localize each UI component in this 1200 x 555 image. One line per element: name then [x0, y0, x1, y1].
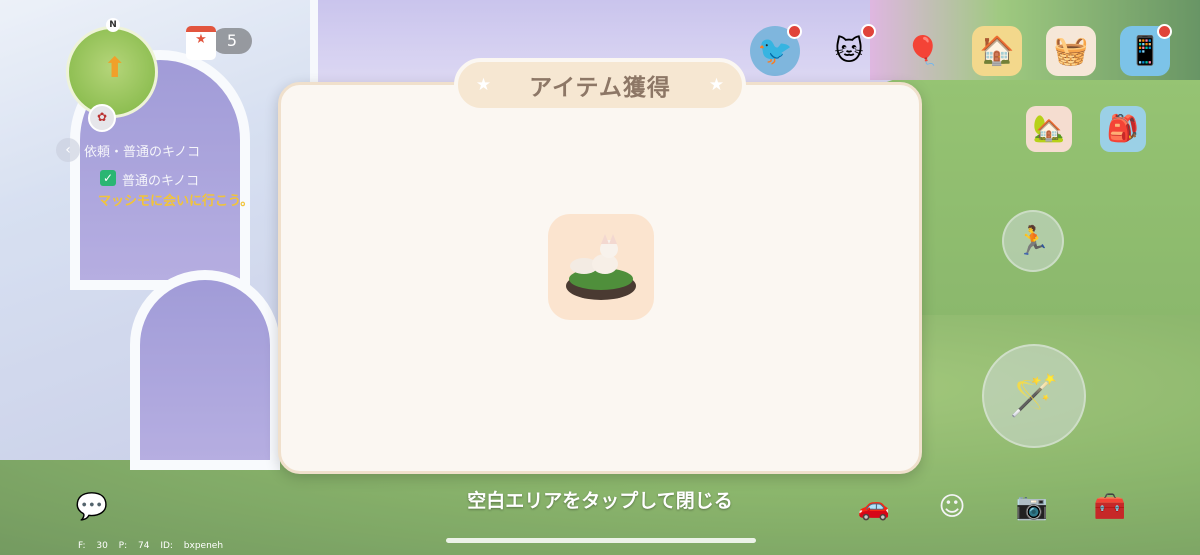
dialog-title: アイテム獲得: [529, 75, 671, 101]
cat-npc-icon[interactable]: 🐱: [824, 24, 876, 76]
star-icon: ★: [708, 75, 725, 95]
quest-subtask: 普通のキノコ: [122, 174, 200, 189]
top-menu-bar: 🐦 🐱 🎈 🏠 🧺 📱: [750, 24, 1172, 76]
gift-shop-icon[interactable]: 🏠: [972, 26, 1022, 76]
compass-north-label: N: [106, 18, 120, 32]
quest-title: 依頼・普通のキノコ: [84, 145, 201, 160]
debug-readout: F: 30 P: 74 ID: bxpeneh: [78, 541, 224, 551]
jump-pose-icon: 🏃: [1015, 224, 1051, 257]
jump-button[interactable]: 🏃: [1002, 210, 1064, 272]
fox-ear: [609, 234, 617, 244]
house-icon[interactable]: 🏡: [1026, 106, 1072, 152]
calendar-icon[interactable]: ★: [186, 26, 216, 60]
star-icon: ★: [475, 75, 492, 95]
event-count-badge: 5: [212, 28, 252, 54]
backpack-icon[interactable]: 🎒: [1100, 106, 1146, 152]
notification-dot: [787, 24, 802, 39]
quest-hint: マッシモに会いに行こう。: [98, 194, 254, 209]
player-arrow-icon: ⬆: [103, 51, 127, 84]
avatar-icon[interactable]: ✿: [88, 104, 116, 132]
dialog-title-tab: ★ アイテム獲得 ★: [454, 58, 746, 112]
bubble-wand-icon: 🪄: [1009, 373, 1059, 419]
notification-dot: [1157, 24, 1172, 39]
tool-action-button[interactable]: 🪄: [982, 344, 1086, 448]
minimap[interactable]: ⬆: [66, 26, 158, 118]
basket-icon[interactable]: 🧺: [1046, 26, 1096, 76]
checkmark-icon: ✓: [100, 170, 116, 186]
collapse-arrow-icon[interactable]: ‹: [56, 138, 80, 162]
phone-icon[interactable]: 📱: [1120, 24, 1172, 76]
notification-dot: [861, 24, 876, 39]
tap-to-close-hint[interactable]: 空白エリアをタップして閉じる: [0, 486, 1200, 513]
fox-ear: [601, 234, 609, 244]
balloons-icon[interactable]: 🎈: [898, 26, 948, 76]
home-indicator[interactable]: [446, 538, 756, 543]
obtained-item-slot[interactable]: [548, 214, 654, 320]
balloon-bird-icon[interactable]: 🐦: [750, 24, 802, 76]
